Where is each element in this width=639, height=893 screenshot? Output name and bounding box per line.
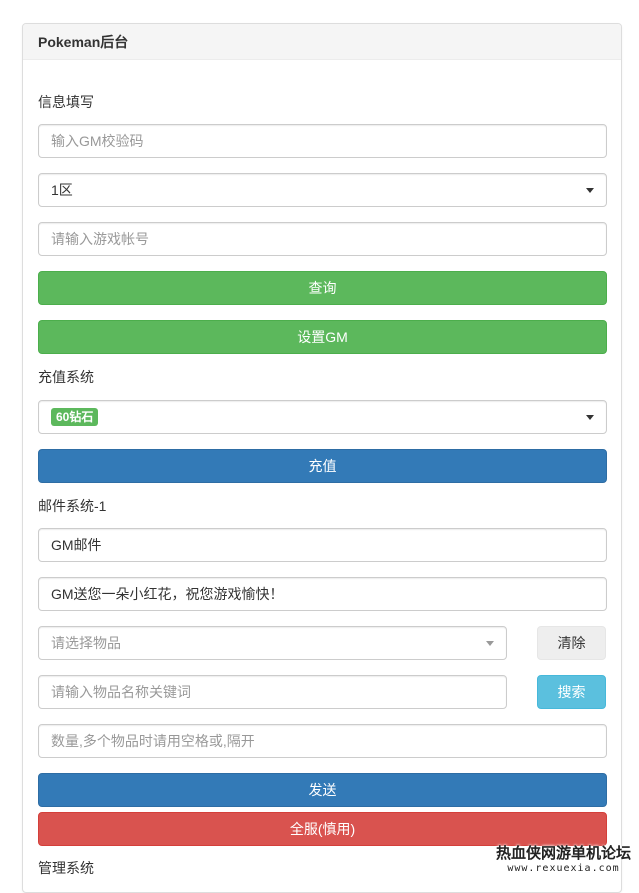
keyword-input[interactable]: 请输入物品名称关键词: [38, 675, 507, 709]
watermark-line2: www.rexuexia.com: [507, 863, 620, 874]
gm-code-placeholder: 输入GM校验码: [51, 133, 144, 149]
item-select[interactable]: 请选择物品: [38, 626, 507, 660]
watermark-line1: 热血侠网游单机论坛: [495, 845, 631, 862]
admin-section-label: 管理系统: [38, 860, 94, 876]
all-server-button[interactable]: 全服(慎用): [38, 812, 607, 846]
selected-item-tag: 60钻石: [51, 408, 99, 426]
chevron-down-icon: [586, 415, 594, 420]
panel-title: Pokeman后台: [38, 33, 129, 50]
query-button[interactable]: 查询: [38, 271, 607, 305]
gm-code-input[interactable]: 输入GM校验码: [38, 124, 607, 158]
mail-title-input[interactable]: GM邮件: [38, 528, 607, 562]
quantity-placeholder: 数量,多个物品时请用空格或,隔开: [51, 733, 255, 749]
account-placeholder: 请输入游戏帐号: [51, 231, 149, 247]
mail-content-input[interactable]: GM送您一朵小红花，祝您游戏愉快！: [38, 577, 607, 611]
watermark-logo: 热血侠网游单机论坛 www.rexuexia.com: [496, 842, 631, 874]
mail-title-value: GM邮件: [51, 537, 102, 553]
item-select-placeholder: 请选择物品: [51, 635, 121, 651]
panel-heading: Pokeman后台: [23, 24, 621, 60]
quantity-input[interactable]: 数量,多个物品时请用空格或,隔开: [38, 724, 607, 758]
recharge-section-label: 充值系统: [38, 369, 94, 385]
set-gm-button[interactable]: 设置GM: [38, 320, 607, 354]
mail-content-value: GM送您一朵小红花，祝您游戏愉快！: [51, 586, 284, 602]
server-select[interactable]: 1区: [38, 173, 607, 207]
account-input[interactable]: 请输入游戏帐号: [38, 222, 607, 256]
send-button[interactable]: 发送: [38, 773, 607, 807]
recharge-item-select[interactable]: 60钻石: [38, 400, 607, 434]
chevron-down-icon: [586, 188, 594, 193]
info-section-label: 信息填写: [38, 94, 94, 110]
recharge-button[interactable]: 充值: [38, 449, 607, 483]
clear-button[interactable]: 清除: [537, 626, 606, 660]
search-button[interactable]: 搜索: [537, 675, 606, 709]
mail-section-label: 邮件系统-1: [38, 498, 107, 514]
keyword-placeholder: 请输入物品名称关键词: [51, 684, 191, 700]
chevron-down-icon: [486, 641, 494, 646]
admin-panel: Pokeman后台 信息填写 输入GM校验码 1区 请输入游戏帐号 查询 设置G…: [22, 23, 622, 893]
server-select-value: 1区: [51, 182, 73, 198]
